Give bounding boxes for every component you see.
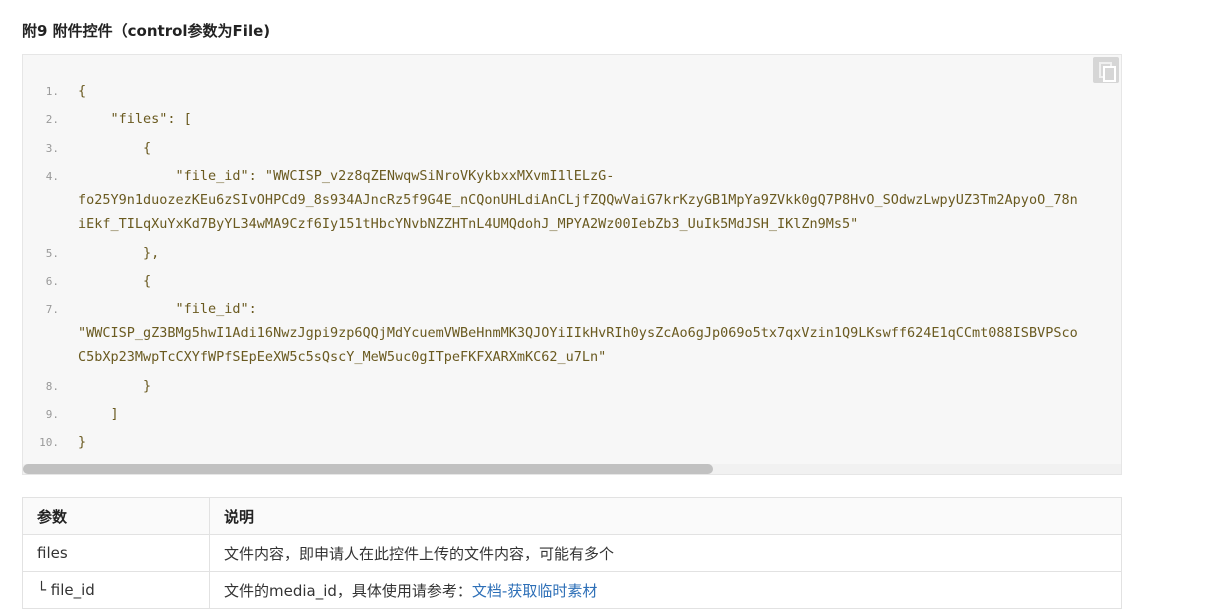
line-number: 2. <box>45 113 59 126</box>
code-line: "files": [ <box>78 111 192 127</box>
line-number: 8. <box>45 380 59 393</box>
line-number: 1. <box>45 85 59 98</box>
line-number: 9. <box>45 408 59 421</box>
line-number: 7. <box>45 303 59 316</box>
doc-link[interactable]: 文档-获取临时素材 <box>472 582 597 600</box>
table-row: files 文件内容，即申请人在此控件上传的文件内容，可能有多个 <box>22 534 1122 572</box>
code-line: } <box>78 378 152 394</box>
header-desc: 说明 <box>209 497 1122 535</box>
header-param: 参数 <box>22 497 210 535</box>
param-name: files <box>22 534 210 572</box>
code-line: "file_id": "WWCISP_v2z8qZENwqwSiNroVKykb… <box>78 168 615 184</box>
code-line: "WWCISP_gZ3BMg5hwI1Adi16NwzJgpi9zp6QQjMd… <box>78 325 1078 341</box>
horizontal-scrollbar[interactable] <box>23 464 1121 474</box>
line-number: 3. <box>45 142 59 155</box>
param-desc: 文件内容，即申请人在此控件上传的文件内容，可能有多个 <box>209 534 1122 572</box>
line-number: 10. <box>39 436 59 449</box>
code-line: { <box>78 83 87 99</box>
code-line: { <box>78 140 152 156</box>
code-block: 1. {2. "files": [ 3. {4. "file_id": "WWCIS… <box>22 54 1122 475</box>
scrollbar-thumb[interactable] <box>23 464 713 474</box>
line-number: 5. <box>45 247 59 260</box>
params-table: 参数 说明 files 文件内容，即申请人在此控件上传的文件内容，可能有多个 └… <box>22 497 1122 609</box>
line-number: 6. <box>45 275 59 288</box>
code-line: }, <box>78 245 160 261</box>
code-line: C5bXp23MwpTcCXYfWPfSEpEeXW5c5sQscY_MeW5u… <box>78 349 607 365</box>
code-line: { <box>78 273 152 289</box>
section-heading: 附9 附件控件（control参数为File) <box>22 22 271 40</box>
code-line: ] <box>78 406 119 422</box>
code-line: "file_id": <box>78 301 257 317</box>
param-desc: 文件的media_id，具体使用请参考： <box>224 581 472 600</box>
code-line: fo25Y9n1duozezKEu6zSIvOHPCd9_8s934AJncRz… <box>78 192 1078 208</box>
copy-button[interactable] <box>1093 57 1119 83</box>
table-header-row: 参数 说明 <box>22 497 1122 535</box>
code-line: } <box>78 434 87 450</box>
line-number: 4. <box>45 170 59 183</box>
code-line: iEkf_TILqXuYxKd7ByYL34wMA9Czf6Iy151tHbcY… <box>78 216 859 232</box>
param-name: └ file_id <box>22 571 210 609</box>
param-desc-cell: 文件的media_id，具体使用请参考：文档-获取临时素材 <box>209 571 1122 609</box>
table-row: └ file_id 文件的media_id，具体使用请参考：文档-获取临时素材 <box>22 571 1122 609</box>
